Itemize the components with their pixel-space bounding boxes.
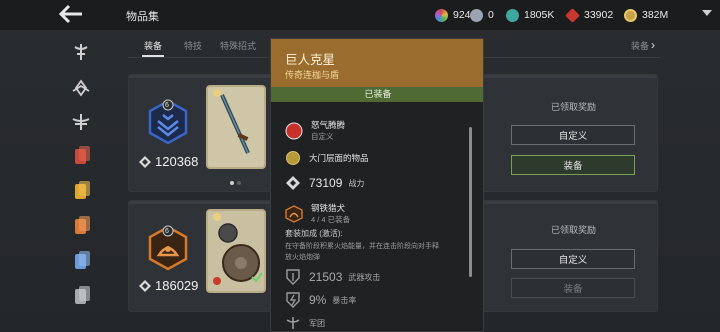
- gold-coin-icon: [624, 8, 637, 22]
- set-bonus-desc: 在守备阶段积累火焰能量，并在连击阶段向对手释: [285, 243, 439, 250]
- reward-status: 已领取奖励: [551, 102, 597, 112]
- set-power-score: 120368: [139, 154, 198, 169]
- equip-button-disabled[interactable]: 装备: [511, 278, 635, 298]
- reward-status: 已领取奖励: [551, 225, 597, 235]
- lotus-emblem-icon[interactable]: [71, 78, 91, 98]
- red-card-back-icon: [79, 146, 90, 161]
- top-bar: 物品集 924 0 1805K 33902 382M: [0, 0, 720, 30]
- resource-skull[interactable]: 0: [470, 7, 494, 23]
- set-bonus-title: 套装加成 (激活):: [285, 229, 343, 238]
- gold-card-back-icon: [79, 181, 90, 196]
- game-screen: { "header": { "title": "物品集", "resources…: [0, 0, 720, 332]
- popup-header: 巨人克星 传奇连枷与盾: [271, 39, 483, 87]
- resource-color-wheel[interactable]: 924: [435, 7, 471, 23]
- faction-row: 军团: [285, 316, 325, 330]
- ability-row[interactable]: 怒气腾腾 自定义: [285, 119, 345, 142]
- resource-ruby[interactable]: 33902: [565, 7, 613, 23]
- weapon-card-flail-shield[interactable]: [206, 209, 266, 293]
- crit-rate-row: 9% 暴击率: [285, 291, 356, 309]
- tab-special-moves[interactable]: 特殊招式: [220, 39, 256, 52]
- back-arrow-icon[interactable]: [58, 4, 84, 24]
- customize-button[interactable]: 自定义: [511, 249, 635, 269]
- crit-shield-icon: [286, 292, 300, 308]
- item-origin-row: 大门层面的物品: [285, 150, 369, 166]
- dragonfly-emblem-icon[interactable]: [71, 112, 91, 132]
- popup-scrollbar[interactable]: [469, 127, 472, 277]
- orange-card-back-icon: [79, 216, 90, 231]
- power-row: 73109 战力: [285, 175, 364, 191]
- gem-icon: [506, 8, 519, 22]
- weapon-card-katana[interactable]: [206, 85, 266, 169]
- sidebar: [62, 36, 100, 332]
- gray-card-back-icon: [79, 286, 90, 301]
- set-bonus-row: 钢铁猎犬 4 / 4 已装备: [285, 202, 350, 225]
- tab-equipment[interactable]: 装备: [144, 39, 162, 52]
- flail-and-shield-icon: [213, 213, 263, 285]
- weapon-attack-icon: [286, 269, 300, 285]
- sword-emblem-icon[interactable]: [71, 42, 91, 62]
- tab-right-equipment[interactable]: 装备: [631, 39, 649, 52]
- set-level-badge: 6: [165, 102, 169, 109]
- iron-hound-set-icon: [285, 204, 303, 223]
- blue-card-back-icon: [79, 251, 90, 266]
- dropdown-caret-icon[interactable]: [702, 10, 712, 16]
- page-title: 物品集: [126, 11, 159, 23]
- item-detail-popup: 巨人克星 传奇连枷与盾 已装备 怒气腾腾 自定义 大门层面的物品 73109 战…: [270, 38, 484, 332]
- faction-emblem-icon: [286, 317, 300, 329]
- katana-icon: [213, 89, 250, 154]
- tab-perks[interactable]: 特技: [184, 39, 202, 52]
- color-wheel-icon: [435, 8, 448, 22]
- customize-button[interactable]: 自定义: [511, 125, 635, 145]
- equip-button[interactable]: 装备: [511, 155, 635, 175]
- item-title: 巨人克星: [285, 53, 336, 67]
- skull-icon: [470, 8, 483, 22]
- set-level-badge: 6: [165, 228, 169, 235]
- resource-gold[interactable]: 382M: [624, 7, 668, 23]
- set-power-score: 186029: [139, 278, 198, 293]
- item-subtitle: 传奇连枷与盾: [285, 70, 340, 80]
- resource-gem[interactable]: 1805K: [506, 7, 554, 23]
- ruby-icon: [565, 7, 580, 23]
- gold-orb-icon: [286, 151, 300, 165]
- equipped-band: 已装备: [271, 87, 483, 102]
- red-gem-icon: [213, 277, 221, 285]
- rage-ability-icon: [285, 122, 303, 139]
- set-bonus-desc-cont: 放火焰炮弹: [285, 254, 320, 261]
- power-diamond-icon: [139, 155, 151, 168]
- power-diamond-icon: [139, 279, 151, 292]
- power-diamond-icon: [286, 176, 300, 190]
- weapon-attack-row: 21503 武器攻击: [285, 268, 380, 286]
- chevron-right-icon[interactable]: ›: [651, 38, 655, 52]
- carousel-dots: [230, 181, 241, 185]
- rarity-gem-icon: [213, 89, 221, 97]
- rarity-gem-icon: [213, 213, 221, 221]
